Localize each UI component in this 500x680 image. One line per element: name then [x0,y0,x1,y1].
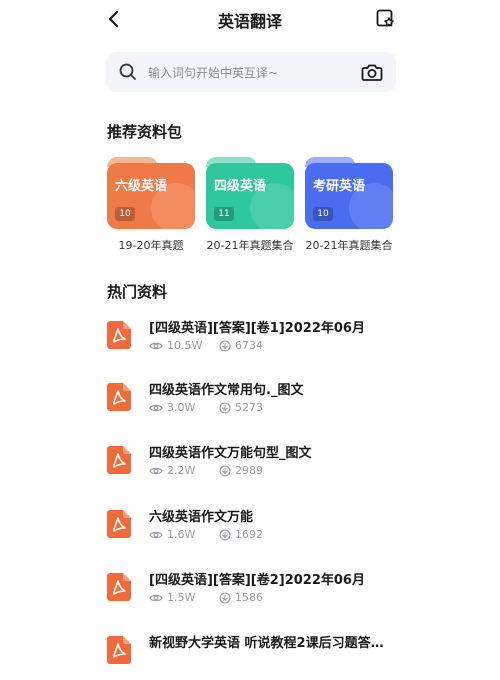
hot-materials-heading: 热门资料 [107,283,168,301]
list-item[interactable]: [四级英语][答案][卷2]2022年06月 1.5W 1586 [107,569,397,617]
views-count: 1.6W [167,528,196,541]
item-meta: 10.5W 6734 [149,339,263,352]
item-title: 四级英语作文常用句._图文 [149,383,304,398]
search-input[interactable] [146,60,350,86]
downloads-stat: 6734 [219,339,263,352]
views-count: 2.2W [167,464,196,477]
pdf-file-icon [107,636,131,664]
item-title: [四级英语][答案][卷1]2022年06月 [149,321,365,336]
download-icon [219,464,231,477]
downloads-count: 1586 [235,591,263,604]
favorites-button[interactable] [372,5,398,31]
eye-icon [149,404,163,411]
eye-icon [149,531,163,538]
downloads-count: 5273 [235,401,263,414]
item-meta: 1.6W 1692 [149,528,263,541]
pack-count-badge: 10 [313,207,333,221]
pack-cet6[interactable]: 六级英语 10 19-20年真题 [107,157,195,253]
downloads-count: 2989 [235,464,263,477]
pack-card[interactable]: 六级英语 10 [107,157,195,229]
views-count: 1.5W [167,591,196,604]
list-item[interactable]: 四级英语作文常用句._图文 3.0W 5273 [107,379,397,427]
item-title: 四级英语作文万能句型_图文 [149,446,312,461]
pack-count-badge: 11 [214,207,234,221]
views-stat: 3.0W [149,401,219,414]
item-meta: 1.5W 1586 [149,591,263,604]
download-icon [219,528,231,541]
list-item[interactable]: 四级英语作文万能句型_图文 2.2W 2989 [107,442,397,490]
downloads-stat: 1586 [219,591,263,604]
item-title: 新视野大学英语 听说教程2课后习题答… [149,636,384,651]
list-item[interactable]: 新视野大学英语 听说教程2课后习题答… [107,632,397,680]
downloads-count: 6734 [235,339,263,352]
views-count: 3.0W [167,401,196,414]
pdf-file-icon [107,446,131,474]
eye-icon [149,594,163,601]
views-stat: 1.5W [149,591,219,604]
item-meta: 2.2W 2989 [149,464,263,477]
views-stat: 10.5W [149,339,219,352]
downloads-stat: 5273 [219,401,263,414]
pack-card[interactable]: 考研英语 10 [305,157,393,229]
downloads-count: 1692 [235,528,263,541]
download-icon [219,591,231,604]
pack-name: 六级英语 [115,179,168,194]
download-icon [219,339,231,352]
list-item[interactable]: 六级英语作文万能 1.6W 1692 [107,506,397,554]
search-icon [119,63,136,80]
pdf-file-icon [107,510,131,538]
views-count: 10.5W [167,339,203,352]
views-stat: 2.2W [149,464,219,477]
top-bar: 英语翻译 [0,0,500,40]
item-title: 六级英语作文万能 [149,510,254,525]
search-bar[interactable] [106,52,396,92]
list-item[interactable]: [四级英语][答案][卷1]2022年06月 10.5W 6734 [107,317,397,365]
eye-icon [149,467,163,474]
page-title: 英语翻译 [217,12,282,31]
pack-name: 考研英语 [313,179,366,194]
pdf-file-icon [107,383,131,411]
pack-cet4[interactable]: 四级英语 11 20-21年真题集合 [206,157,294,253]
pdf-file-icon [107,573,131,601]
downloads-stat: 1692 [219,528,263,541]
star-bookmark-icon [376,9,394,27]
downloads-stat: 2989 [219,464,263,477]
views-stat: 1.6W [149,528,219,541]
pack-card[interactable]: 四级英语 11 [206,157,294,229]
download-icon [219,401,231,414]
pack-count-badge: 10 [115,207,135,221]
pdf-file-icon [107,321,131,349]
pack-caption: 20-21年真题集合 [305,239,393,252]
camera-icon[interactable] [360,60,384,84]
item-meta: 3.0W 5273 [149,401,263,414]
pack-kaoyan[interactable]: 考研英语 10 20-21年真题集合 [305,157,393,253]
eye-icon [149,342,163,349]
item-title: [四级英语][答案][卷2]2022年06月 [149,573,365,588]
recommended-packs-heading: 推荐资料包 [107,123,183,141]
pack-name: 四级英语 [214,179,267,194]
